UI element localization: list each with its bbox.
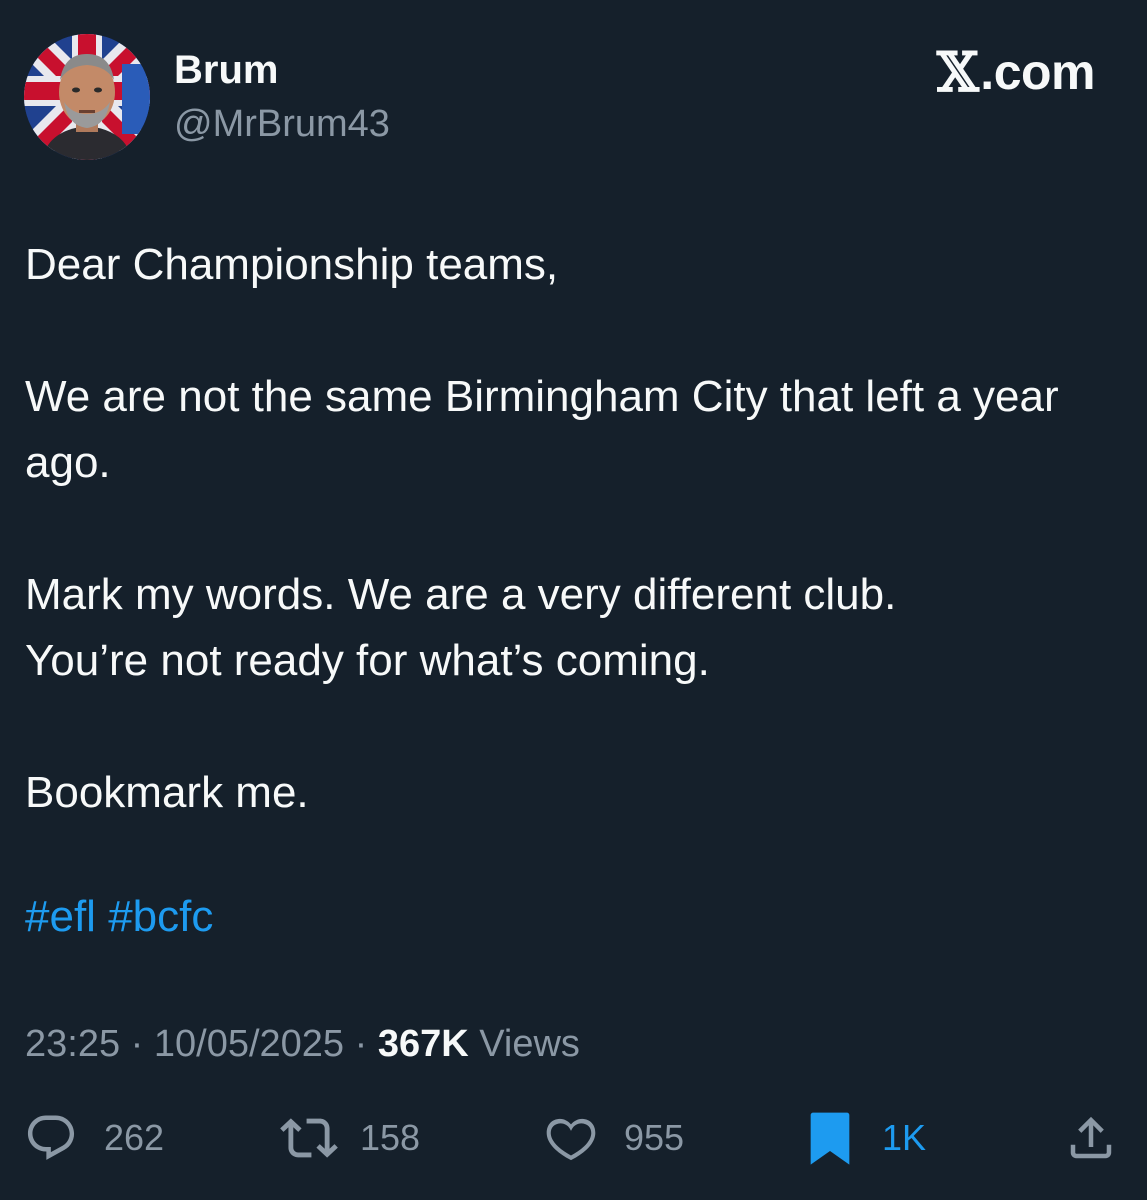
heart-icon <box>546 1118 596 1161</box>
tweet-time[interactable]: 23:25 <box>25 1023 120 1065</box>
tweet-card: Brum @MrBrum43 𝕏 .com Dear Championship … <box>0 0 1147 1200</box>
avatar[interactable] <box>24 34 150 160</box>
tweet-meta: 23:25 · 10/05/2025 · 367K Views <box>25 1018 580 1070</box>
x-logo-icon: 𝕏 <box>936 40 979 104</box>
repost-icon <box>280 1118 338 1158</box>
hashtag-link[interactable]: #bcfc <box>108 892 213 941</box>
tweet-paragraph: Dear Championship teams, <box>25 240 559 289</box>
bookmark-button[interactable]: 1K <box>808 1106 926 1170</box>
bookmark-count: 1K <box>882 1117 927 1158</box>
avatar-image <box>24 34 150 160</box>
author-display-name[interactable]: Brum <box>174 48 278 92</box>
tweet-text: Dear Championship teams, We are not the … <box>25 232 1085 892</box>
reply-button[interactable]: 262 <box>24 1106 164 1170</box>
tweet-paragraph: Bookmark me. <box>25 768 309 817</box>
tweet-paragraph: We are not the same Birmingham City that… <box>25 372 1059 487</box>
tweet-paragraph: Mark my words. We are a very different c… <box>25 570 897 619</box>
like-button[interactable]: 955 <box>544 1106 684 1170</box>
meta-separator: · <box>130 1023 144 1065</box>
reply-icon <box>27 1115 75 1160</box>
views-count: 367K <box>377 1023 469 1065</box>
hashtag-link[interactable]: #efl <box>25 892 96 941</box>
action-bar: 262 158 955 1K <box>0 1106 1147 1170</box>
tweet-date[interactable]: 10/05/2025 <box>154 1023 344 1065</box>
views-label: Views <box>479 1023 580 1065</box>
meta-separator: · <box>354 1023 368 1065</box>
reply-count: 262 <box>104 1117 165 1158</box>
like-count: 955 <box>624 1117 685 1158</box>
author-handle[interactable]: @MrBrum43 <box>174 102 390 146</box>
bookmark-filled-icon <box>810 1112 850 1165</box>
repost-count: 158 <box>360 1117 421 1158</box>
repost-button[interactable]: 158 <box>280 1106 420 1170</box>
brand-domain-text: .com <box>980 44 1095 100</box>
share-button[interactable] <box>1064 1106 1118 1170</box>
share-icon <box>1070 1116 1112 1159</box>
x-brand-logo: 𝕏 .com <box>936 40 1096 104</box>
hashtags: #efl #bcfc <box>25 884 213 950</box>
tweet-paragraph: You’re not ready for what’s coming. <box>25 636 710 685</box>
